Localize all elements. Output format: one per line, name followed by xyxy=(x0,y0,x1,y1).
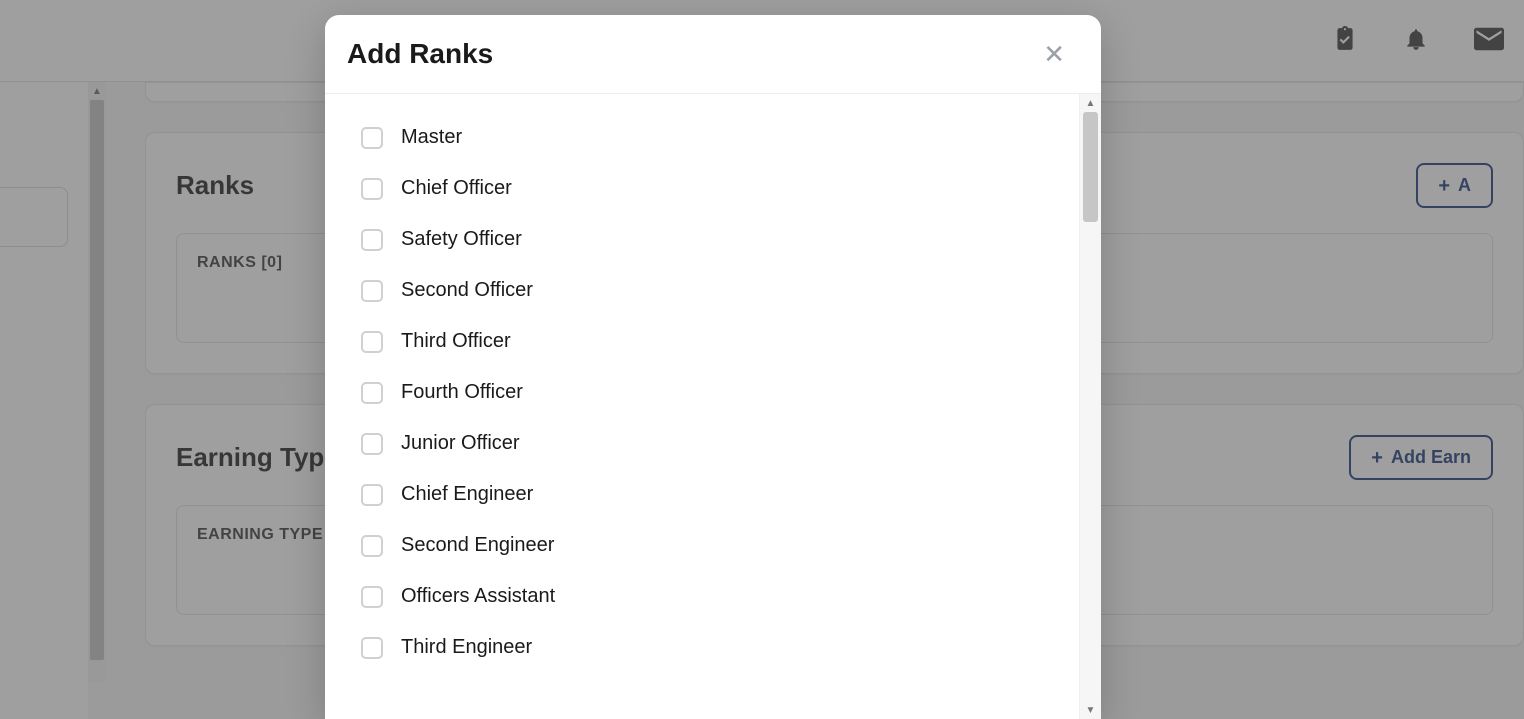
rank-item: Safety Officer xyxy=(361,214,1049,265)
rank-label: Fourth Officer xyxy=(401,381,523,404)
rank-item: Junior Officer xyxy=(361,418,1049,469)
rank-item: Third Officer xyxy=(361,316,1049,367)
rank-checkbox[interactable] xyxy=(361,178,383,200)
rank-checkbox[interactable] xyxy=(361,280,383,302)
rank-label: Officers Assistant xyxy=(401,585,555,608)
rank-item: Chief Officer xyxy=(361,163,1049,214)
rank-label: Master xyxy=(401,126,462,149)
rank-checkbox[interactable] xyxy=(361,586,383,608)
rank-item: Chief Engineer xyxy=(361,469,1049,520)
rank-label: Safety Officer xyxy=(401,228,522,251)
modal-body: Master Chief Officer Safety Officer Second … xyxy=(325,94,1079,719)
rank-item: Fourth Officer xyxy=(361,367,1049,418)
rank-label: Third Engineer xyxy=(401,636,532,659)
rank-checkbox[interactable] xyxy=(361,331,383,353)
scroll-arrow-up-icon[interactable]: ▲ xyxy=(1080,94,1101,112)
rank-checkbox[interactable] xyxy=(361,229,383,251)
rank-label: Second Engineer xyxy=(401,534,554,557)
rank-item: Master xyxy=(361,112,1049,163)
rank-checkbox[interactable] xyxy=(361,127,383,149)
rank-item: Third Engineer xyxy=(361,622,1049,673)
close-button[interactable]: ✕ xyxy=(1035,37,1073,71)
rank-label: Third Officer xyxy=(401,330,511,353)
rank-checkbox[interactable] xyxy=(361,535,383,557)
rank-item: Officers Assistant xyxy=(361,571,1049,622)
rank-checkbox[interactable] xyxy=(361,637,383,659)
scroll-arrow-down-icon[interactable]: ▼ xyxy=(1080,701,1101,719)
rank-checkbox[interactable] xyxy=(361,484,383,506)
add-ranks-modal: Add Ranks ✕ Master Chief Officer Safety Of… xyxy=(325,15,1101,719)
rank-label: Chief Officer xyxy=(401,177,512,200)
rank-label: Second Officer xyxy=(401,279,533,302)
rank-item: Second Officer xyxy=(361,265,1049,316)
modal-scroll-thumb[interactable] xyxy=(1083,112,1098,222)
rank-checkbox[interactable] xyxy=(361,433,383,455)
modal-title: Add Ranks xyxy=(347,38,493,70)
rank-label: Chief Engineer xyxy=(401,483,533,506)
rank-label: Junior Officer xyxy=(401,432,520,455)
modal-scrollbar[interactable]: ▲ ▼ xyxy=(1079,94,1101,719)
modal-header: Add Ranks ✕ xyxy=(325,15,1101,94)
close-icon: ✕ xyxy=(1043,39,1065,69)
rank-item: Second Engineer xyxy=(361,520,1049,571)
rank-checkbox[interactable] xyxy=(361,382,383,404)
